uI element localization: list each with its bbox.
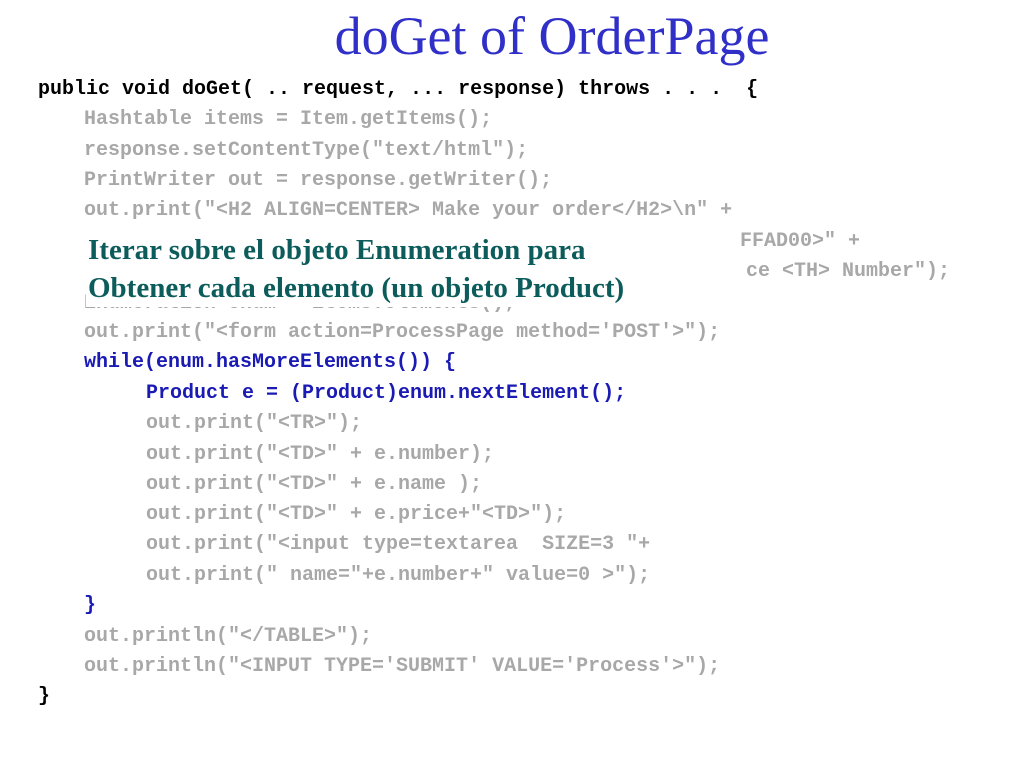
slide-title: doGet of OrderPage <box>334 6 770 66</box>
code-line-hashtable: Hashtable items = Item.getItems(); <box>84 108 493 131</box>
code-line-method-close: } <box>38 685 51 708</box>
overlay-note-line-1: Iterar sobre el objeto Enumeration para <box>88 234 586 266</box>
code-line-while: while(enum.hasMoreElements()) { <box>84 351 457 374</box>
code-line-print-price: out.print("<TD>" + e.price+"<TD>"); <box>146 503 567 526</box>
code-line-print-input-name: out.print(" name="+e.number+" value=0 >"… <box>146 564 651 587</box>
code-line-print-form: out.print("<form action=ProcessPage meth… <box>84 321 721 344</box>
code-line-next-element: Product e = (Product)enum.nextElement(); <box>146 382 627 405</box>
code-line-method-signature: public void doGet( .. request, ... respo… <box>38 78 759 101</box>
code-line-table-header: ce <TH> Number"); <box>746 260 951 283</box>
code-line-content-type: response.setContentType("text/html"); <box>84 139 529 162</box>
overlay-note: Iterar sobre el objeto Enumeration para … <box>86 231 629 307</box>
code-line-print-table-close: out.println("</TABLE>"); <box>84 625 373 648</box>
code-line-while-close: } <box>84 594 97 617</box>
code-line-print-name: out.print("<TD>" + e.name ); <box>146 473 483 496</box>
code-line-print-submit: out.println("<INPUT TYPE='SUBMIT' VALUE=… <box>84 655 721 678</box>
code-line-print-number: out.print("<TD>" + e.number); <box>146 443 495 466</box>
code-line-print-tr: out.print("<TR>"); <box>146 412 363 435</box>
code-line-table-color: FFAD00>" + <box>740 230 861 253</box>
overlay-note-line-2: Obtener cada elemento (un objeto Product… <box>88 272 625 304</box>
code-line-printwriter: PrintWriter out = response.getWriter(); <box>84 169 553 192</box>
code-line-print-heading: out.print("<H2 ALIGN=CENTER> Make your o… <box>84 199 733 222</box>
code-line-print-input: out.print("<input type=textarea SIZE=3 "… <box>146 533 651 556</box>
